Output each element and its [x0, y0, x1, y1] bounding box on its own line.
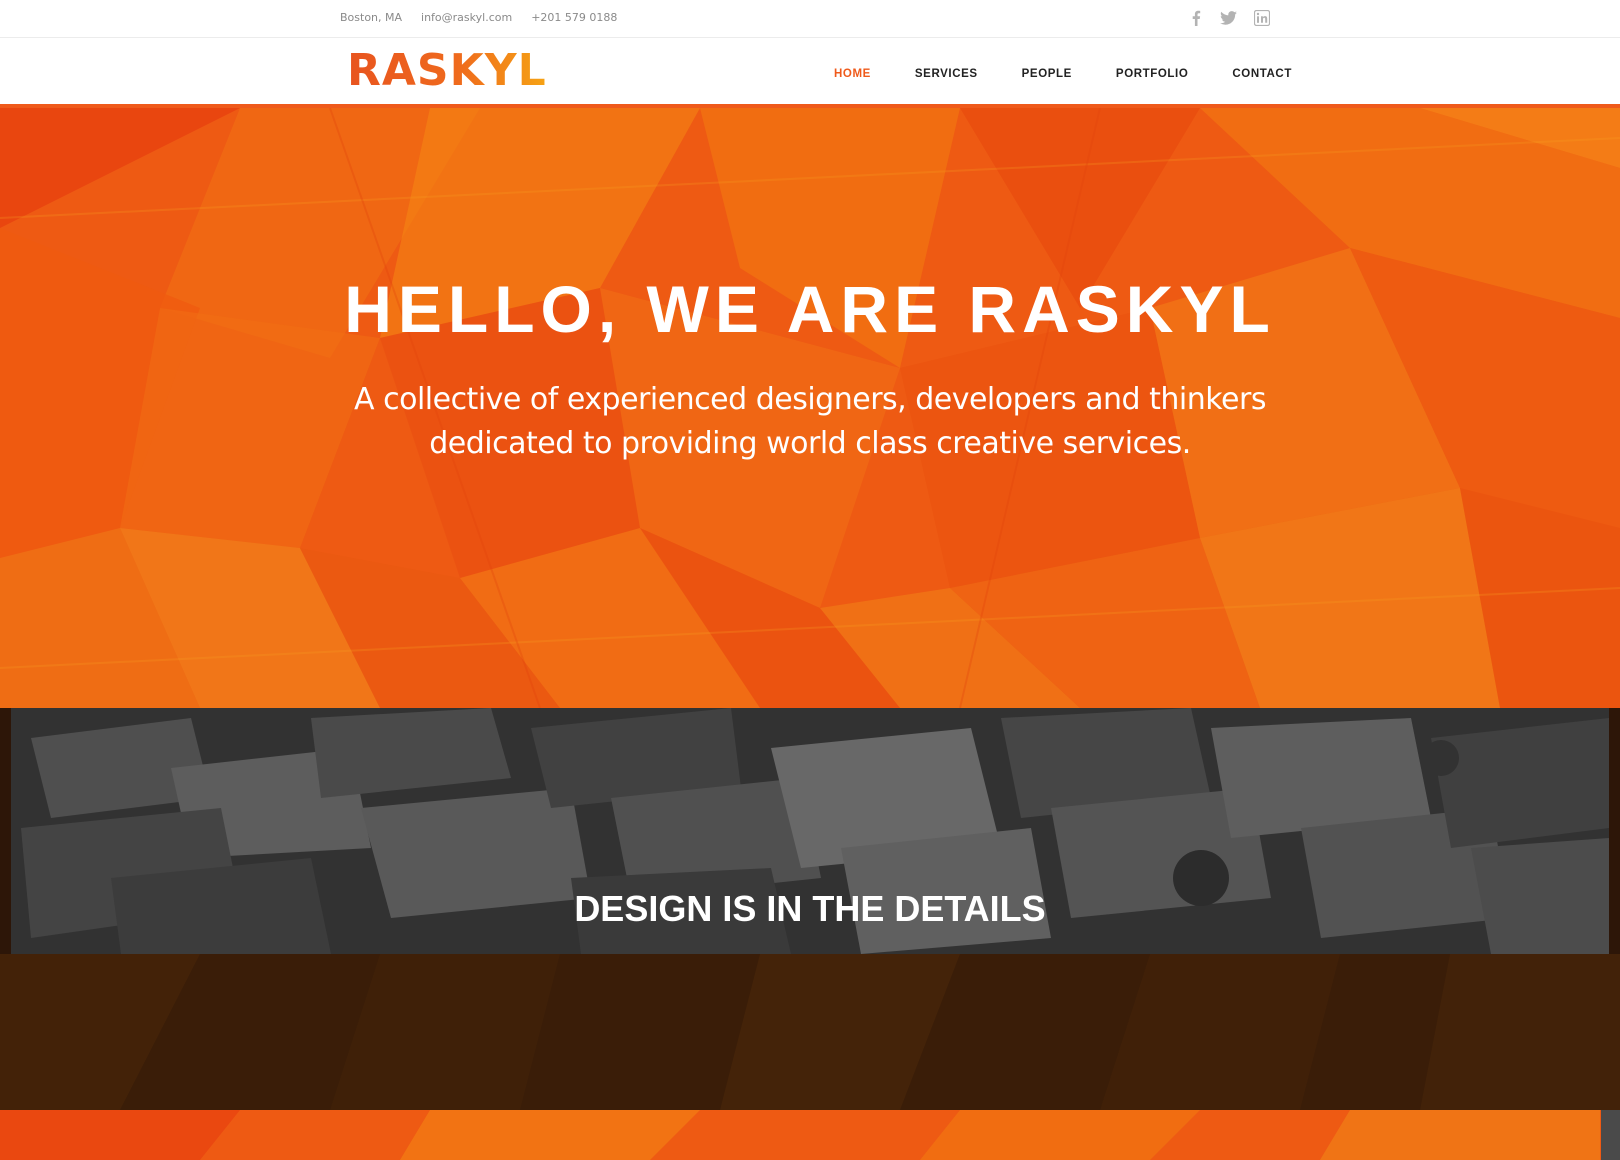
top-info-bar: Boston, MA info@raskyl.com +201 579 0188 [0, 0, 1620, 38]
next-section-preview [0, 1110, 1620, 1160]
details-photo-band: DESIGN IS IN THE DETAILS [11, 708, 1609, 954]
phone-text: +201 579 0188 [531, 11, 618, 24]
nav-contact[interactable]: CONTACT [1232, 68, 1292, 80]
nav-services[interactable]: SERVICES [915, 68, 978, 80]
social-links [1185, 9, 1272, 27]
contact-info: Boston, MA info@raskyl.com +201 579 0188 [340, 11, 617, 24]
facebook-icon[interactable] [1185, 9, 1206, 27]
twitter-icon[interactable] [1218, 9, 1239, 27]
hero-title: HELLO, WE ARE RASKYL [344, 272, 1276, 346]
nav-people[interactable]: PEOPLE [1022, 68, 1072, 80]
linkedin-icon[interactable] [1251, 9, 1272, 27]
band-edge-right [1609, 708, 1620, 954]
location-text: Boston, MA [340, 11, 403, 24]
nav-portfolio[interactable]: PORTFOLIO [1116, 68, 1188, 80]
bottom-background-pattern [0, 1110, 1600, 1160]
tinted-background-pattern [0, 954, 1620, 1110]
section-title: DESIGN IS IN THE DETAILS [574, 888, 1046, 929]
hero-subtitle-line-1: A collective of experienced designers, d… [354, 382, 1266, 417]
tinted-pattern-band [0, 954, 1620, 1110]
logo[interactable]: RASKYL [347, 46, 547, 96]
hero-subtitle-line-2: dedicated to providing world class creat… [429, 426, 1191, 461]
hero-section: HELLO, WE ARE RASKYL A collective of exp… [0, 108, 1620, 708]
page-scrollbar[interactable] [1601, 1110, 1620, 1160]
band-edge-left [0, 708, 11, 954]
main-nav: HOME SERVICES PEOPLE PORTFOLIO CONTACT [820, 68, 1292, 80]
nav-home[interactable]: HOME [834, 68, 871, 80]
site-header: RASKYL HOME SERVICES PEOPLE PORTFOLIO CO… [0, 38, 1620, 104]
email-link[interactable]: info@raskyl.com [421, 11, 512, 24]
hero-subtitle: A collective of experienced designers, d… [310, 378, 1310, 466]
